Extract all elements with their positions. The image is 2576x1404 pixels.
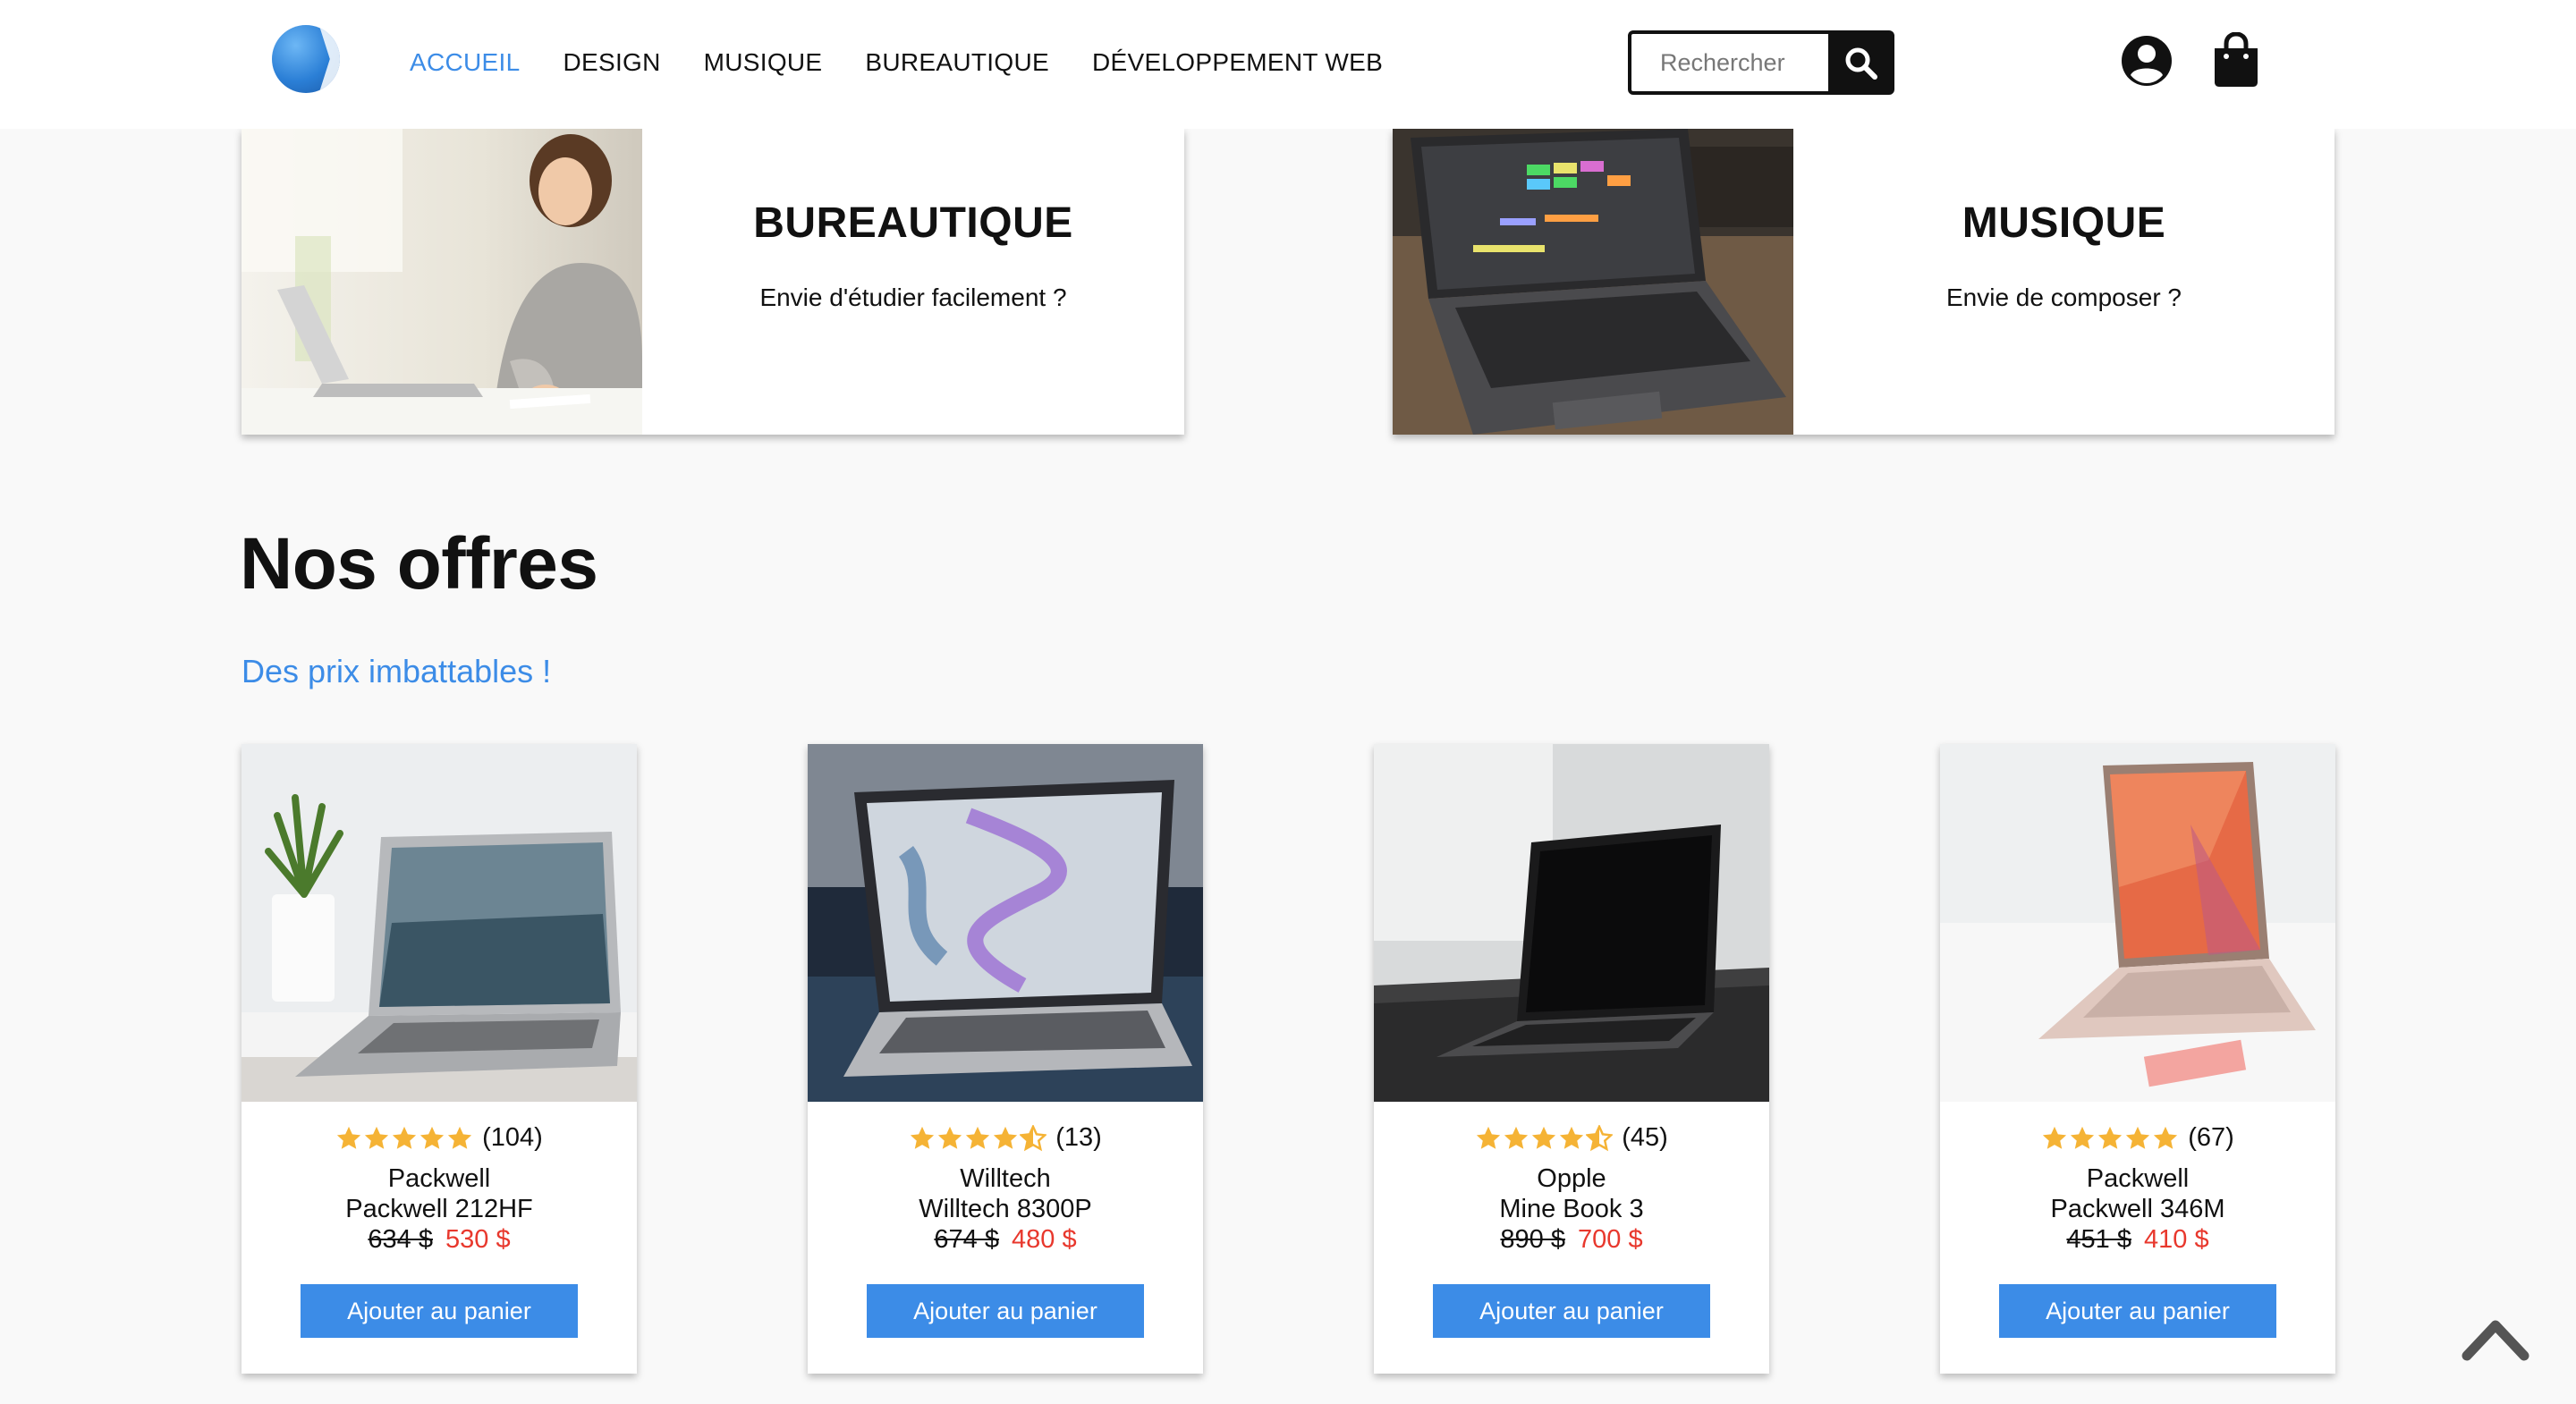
product-prices: 890 $ 700 $ [1374,1225,1769,1255]
nav-item-developpement-web[interactable]: DÉVELOPPEMENT WEB [1092,47,1383,79]
star-full-icon [1477,1126,1501,1149]
add-to-cart-button[interactable]: Ajouter au panier [301,1284,578,1338]
category-card-musique[interactable]: MUSIQUE Envie de composer ? [1393,129,2334,435]
old-price: 451 $ [2066,1225,2131,1254]
star-half-icon [1586,1124,1614,1151]
old-price: 890 $ [1500,1225,1565,1254]
product-brand: Packwell [387,1164,491,1193]
star-half-icon [1020,1124,1047,1151]
category-image-woman-laptop [242,129,642,435]
product-model: Packwell 212HF [345,1195,533,1223]
search-input[interactable] [1631,34,1828,91]
product-card[interactable]: (45) Opple Mine Book 3 890 $ 700 $ Ajoute… [1374,744,1769,1374]
review-count: (45) [1622,1123,1668,1152]
offers-subtitle: Des prix imbattables ! [242,653,552,689]
category-card-bureautique[interactable]: BUREAUTIQUE Envie d'étudier facilement ? [242,129,1184,435]
product-rating: (13) [808,1123,1203,1153]
star-full-icon [448,1126,472,1149]
new-price: 530 $ [445,1225,511,1254]
new-price: 700 $ [1578,1225,1643,1254]
review-count: (13) [1055,1123,1102,1152]
star-full-icon [2043,1126,2067,1149]
star-full-icon [966,1126,990,1149]
star-full-icon [1504,1126,1529,1149]
product-brand: Opple [1537,1164,1606,1193]
star-full-icon [337,1126,361,1149]
main-nav: ACCUEIL DESIGN MUSIQUE BUREAUTIQUE DÉVEL… [410,47,1426,79]
add-to-cart-button[interactable]: Ajouter au panier [1999,1284,2276,1338]
star-rating [1475,1124,1614,1152]
product-model: Mine Book 3 [1499,1195,1644,1223]
product-brand: Willtech [960,1164,1051,1193]
nav-item-bureautique[interactable]: BUREAUTIQUE [865,47,1049,79]
add-to-cart-button[interactable]: Ajouter au panier [867,1284,1144,1338]
offers-title: Nos offres [240,523,598,605]
product-prices: 451 $ 410 $ [1940,1225,2335,1255]
product-rating: (67) [1940,1123,2335,1153]
add-to-cart-button[interactable]: Ajouter au panier [1433,1284,1710,1338]
product-image [1374,744,1769,1102]
star-full-icon [938,1126,962,1149]
review-count: (104) [482,1123,543,1152]
category-title: BUREAUTIQUE [753,199,1073,247]
product-image [1940,744,2335,1102]
category-text: MUSIQUE Envie de composer ? [1793,129,2334,435]
star-rating [2041,1125,2179,1152]
category-text: BUREAUTIQUE Envie d'étudier facilement ? [642,129,1184,435]
old-price: 634 $ [368,1225,433,1254]
star-full-icon [365,1126,389,1149]
top-header: ACCUEIL DESIGN MUSIQUE BUREAUTIQUE DÉVEL… [0,0,2576,129]
search-box [1628,30,1894,95]
nav-item-accueil[interactable]: ACCUEIL [410,47,520,79]
nav-item-musique[interactable]: MUSIQUE [704,47,823,79]
category-subtitle: Envie de composer ? [1945,283,2182,311]
product-rating: (45) [1374,1123,1769,1153]
search-button[interactable] [1828,34,1891,91]
star-full-icon [393,1126,417,1149]
star-full-icon [2154,1126,2178,1149]
brand-logo[interactable] [272,25,340,93]
new-price: 410 $ [2144,1225,2209,1254]
nav-item-design[interactable]: DESIGN [563,47,660,79]
star-rating [909,1124,1047,1152]
category-subtitle: Envie d'étudier facilement ? [759,283,1067,311]
scroll-top-chevron-icon[interactable] [2462,1313,2529,1363]
logo-swoosh [317,25,340,93]
new-price: 480 $ [1012,1225,1077,1254]
user-circle-icon[interactable] [2120,34,2174,88]
shopping-bag-icon[interactable] [2211,32,2261,88]
product-card[interactable]: (104) Packwell Packwell 212HF 634 $ 530 $… [242,744,637,1374]
product-image [242,744,637,1102]
product-brand: Packwell [2086,1164,2190,1193]
product-rating: (104) [242,1123,637,1153]
star-full-icon [2071,1126,2095,1149]
star-full-icon [1560,1126,1584,1149]
product-image [808,744,1203,1102]
search-icon [1845,47,1877,80]
star-full-icon [1532,1126,1556,1149]
star-rating [335,1125,473,1152]
review-count: (67) [2188,1123,2234,1152]
old-price: 674 $ [934,1225,999,1254]
product-card[interactable]: (13) Willtech Willtech 8300P 674 $480 $ … [808,744,1203,1374]
category-title: MUSIQUE [1962,199,2166,247]
product-prices: 634 $ 530 $ [242,1225,637,1255]
category-image-music-laptop [1393,129,1793,435]
star-full-icon [420,1126,445,1149]
product-card[interactable]: (67) Packwell Packwell 346M 451 $ 410 $ A… [1940,744,2335,1374]
product-prices: 674 $ 480 $ [808,1225,1203,1255]
star-full-icon [2126,1126,2150,1149]
product-model: Willtech 8300P [919,1195,1092,1223]
product-model: Packwell 346M [2050,1195,2225,1223]
star-full-icon [2098,1126,2123,1149]
star-full-icon [911,1126,935,1149]
star-full-icon [994,1126,1018,1149]
